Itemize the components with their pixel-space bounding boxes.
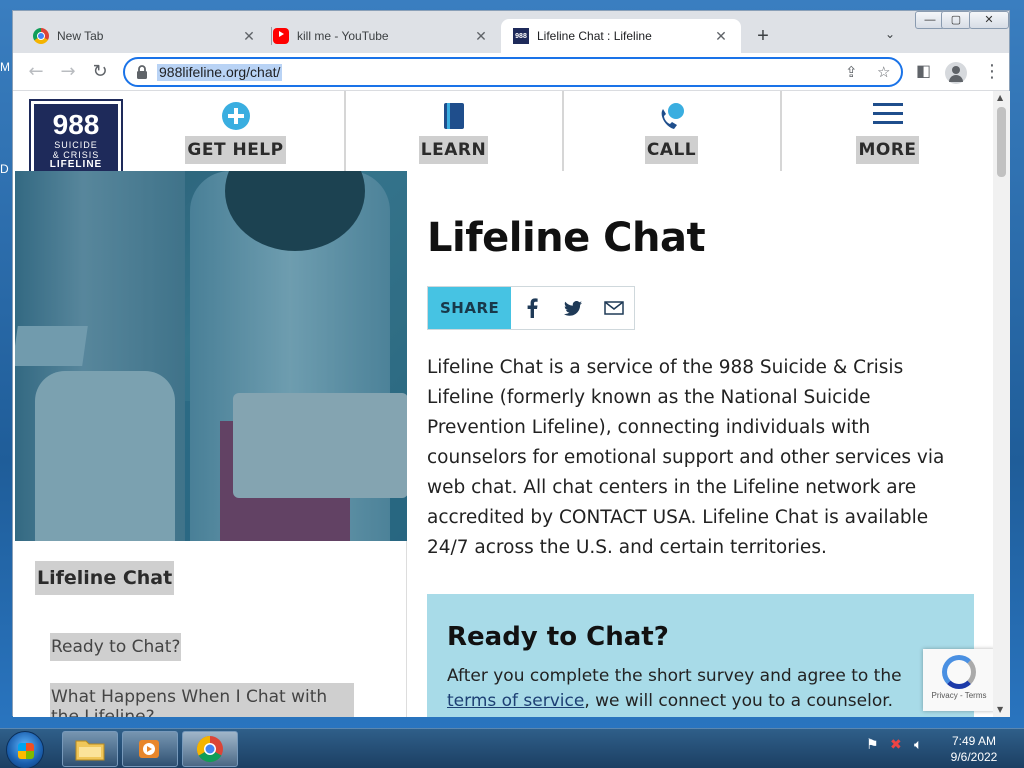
taskbar-media-player-button[interactable] bbox=[122, 731, 178, 767]
desktop-text-fragment: D bbox=[0, 162, 9, 176]
share-page-icon[interactable]: ⇪ bbox=[845, 63, 858, 81]
facebook-share-button[interactable] bbox=[511, 287, 552, 329]
terms-of-service-link[interactable]: terms of service bbox=[447, 691, 584, 711]
nav-more[interactable]: MORE bbox=[782, 91, 993, 171]
taskbar: ⚑ ✖ 🔈︎ 7:49 AM 9/6/2022 bbox=[0, 728, 1024, 768]
clock-time: 7:49 AM bbox=[951, 734, 997, 748]
email-share-button[interactable] bbox=[593, 287, 634, 329]
nav-label: LEARN bbox=[418, 136, 489, 164]
forward-button[interactable]: → bbox=[57, 61, 79, 83]
lock-icon[interactable] bbox=[135, 64, 149, 80]
tab-strip: New Tab ✕ kill me - YouTube ✕ 988 Lifeli… bbox=[13, 11, 1009, 53]
nav-label: CALL bbox=[644, 136, 699, 164]
back-button[interactable]: ← bbox=[25, 61, 47, 83]
web-page: 988 SUICIDE & CRISIS LIFELINE GET HELP L… bbox=[13, 91, 993, 717]
chrome-icon bbox=[196, 735, 223, 763]
recaptcha-badge[interactable]: Privacy - Terms bbox=[923, 649, 993, 711]
nav-learn[interactable]: LEARN bbox=[346, 91, 561, 171]
browser-window: New Tab ✕ kill me - YouTube ✕ 988 Lifeli… bbox=[12, 10, 1010, 717]
ready-text-after: , we will connect you to a counselor. bbox=[584, 691, 894, 711]
nav-label: MORE bbox=[856, 136, 919, 164]
system-clock[interactable]: 7:49 AM 9/6/2022 bbox=[944, 733, 1004, 765]
close-tab-icon[interactable]: ✕ bbox=[473, 28, 489, 45]
taskbar-chrome-button[interactable] bbox=[182, 731, 238, 767]
profile-avatar-icon[interactable] bbox=[945, 62, 967, 84]
tab-youtube[interactable]: kill me - YouTube ✕ bbox=[261, 19, 501, 53]
nav-get-help[interactable]: GET HELP bbox=[128, 91, 343, 171]
action-center-icon[interactable]: ⚑ bbox=[866, 737, 879, 753]
book-icon bbox=[443, 103, 464, 129]
desktop-text-fragment: M bbox=[0, 60, 10, 74]
phone-chat-icon bbox=[661, 103, 684, 129]
close-tab-icon[interactable]: ✕ bbox=[713, 28, 729, 45]
recaptcha-links[interactable]: Privacy - Terms bbox=[923, 691, 993, 700]
media-player-icon bbox=[139, 740, 159, 758]
ready-heading: Ready to Chat? bbox=[447, 622, 669, 652]
hamburger-menu-icon bbox=[872, 103, 903, 124]
hero-photo bbox=[15, 171, 407, 541]
url-text[interactable]: 988lifeline.org/chat/ bbox=[157, 64, 283, 81]
close-tab-icon[interactable]: ✕ bbox=[241, 28, 257, 45]
ready-to-chat-box: Ready to Chat? After you complete the sh… bbox=[427, 594, 974, 717]
close-window-button[interactable]: ✕ bbox=[969, 11, 1009, 29]
column-divider bbox=[406, 541, 407, 717]
side-panel-icon[interactable]: ◧ bbox=[916, 61, 931, 80]
plus-circle-icon bbox=[221, 102, 250, 130]
recaptcha-icon bbox=[942, 655, 976, 689]
windows-logo-icon bbox=[18, 743, 34, 759]
nav-label: GET HELP bbox=[185, 136, 286, 164]
maximize-button[interactable]: ▢ bbox=[941, 11, 971, 29]
folder-icon bbox=[75, 740, 105, 761]
sidenav-title[interactable]: Lifeline Chat bbox=[35, 561, 175, 595]
share-bar: SHARE bbox=[427, 286, 636, 330]
nav-call[interactable]: CALL bbox=[564, 91, 779, 171]
bookmark-star-icon[interactable]: ☆ bbox=[877, 63, 890, 81]
share-label: SHARE bbox=[428, 287, 512, 329]
twitter-icon bbox=[563, 300, 582, 316]
logo-line: LIFELINE bbox=[49, 159, 103, 170]
sidenav-item-what-happens[interactable]: What Happens When I Chat with the Lifeli… bbox=[50, 683, 354, 717]
tab-title: kill me - YouTube bbox=[297, 29, 389, 43]
address-bar[interactable]: 988lifeline.org/chat/ ⇪ ☆ bbox=[123, 57, 903, 87]
logo-number: 988 bbox=[52, 109, 100, 140]
tab-title: New Tab bbox=[57, 29, 104, 43]
taskbar-explorer-button[interactable] bbox=[62, 731, 118, 767]
page-title: Lifeline Chat bbox=[427, 215, 706, 261]
scrollbar-thumb[interactable] bbox=[997, 107, 1006, 177]
volume-icon[interactable]: 🔈︎ bbox=[914, 737, 922, 753]
logo-line: SUICIDE bbox=[54, 140, 98, 150]
chrome-menu-icon[interactable]: ⋮ bbox=[983, 61, 1001, 82]
scroll-down-icon[interactable]: ▼ bbox=[997, 705, 1003, 714]
tab-new-tab[interactable]: New Tab ✕ bbox=[21, 19, 269, 53]
intro-paragraph: Lifeline Chat is a service of the 988 Su… bbox=[427, 357, 945, 558]
youtube-icon bbox=[273, 28, 289, 44]
page-scrollbar[interactable]: ▲ ▼ bbox=[993, 91, 1010, 717]
tab-search-button[interactable]: ⌄ bbox=[885, 27, 895, 41]
tab-lifeline-chat[interactable]: 988 Lifeline Chat : Lifeline ✕ bbox=[501, 19, 741, 53]
clock-date: 9/6/2022 bbox=[950, 750, 998, 764]
sidenav-item-ready-to-chat[interactable]: Ready to Chat? bbox=[50, 633, 182, 661]
twitter-share-button[interactable] bbox=[552, 287, 593, 329]
lifeline-favicon-icon: 988 bbox=[513, 28, 529, 44]
network-icon[interactable]: ✖ bbox=[890, 737, 902, 753]
site-top-nav: GET HELP LEARN CALL MORE bbox=[128, 91, 993, 171]
facebook-icon bbox=[527, 298, 538, 318]
new-tab-button[interactable]: + bbox=[751, 25, 775, 48]
ready-text: After you complete the short survey and … bbox=[447, 664, 954, 714]
ready-text-before: After you complete the short survey and … bbox=[447, 666, 902, 686]
envelope-icon bbox=[604, 301, 624, 315]
scroll-up-icon[interactable]: ▲ bbox=[997, 93, 1003, 102]
reload-button[interactable]: ↻ bbox=[89, 61, 111, 83]
browser-toolbar: ← → ↻ 988lifeline.org/chat/ ⇪ ☆ ◧ ⋮ bbox=[13, 53, 1009, 91]
start-button[interactable] bbox=[6, 731, 44, 768]
chrome-icon bbox=[33, 28, 49, 44]
tab-title: Lifeline Chat : Lifeline bbox=[537, 29, 652, 43]
